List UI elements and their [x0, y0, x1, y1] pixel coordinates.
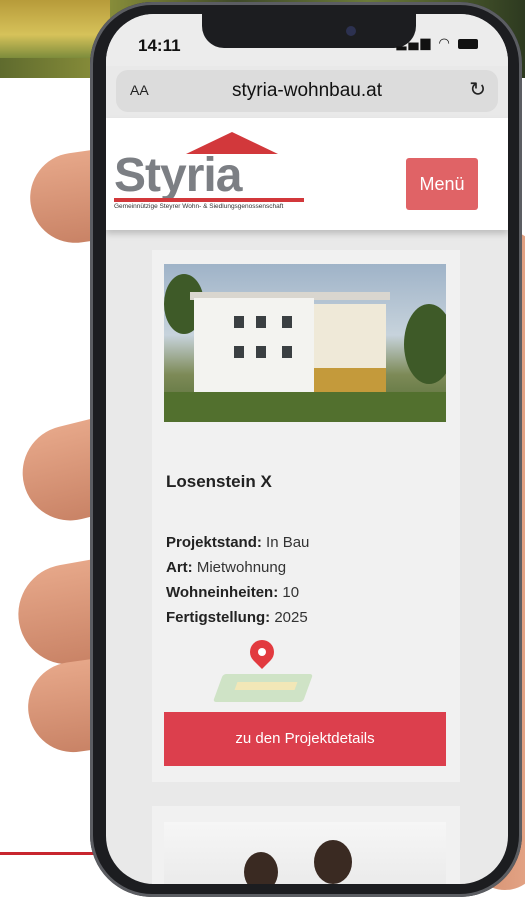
- reload-icon[interactable]: ↻: [469, 77, 486, 101]
- status-time: 14:11: [138, 36, 181, 55]
- battery-icon: [458, 38, 478, 49]
- grass: [164, 392, 446, 422]
- project-image[interactable]: [164, 264, 446, 422]
- fact-row: Projektstand: In Bau: [166, 534, 310, 551]
- building-base: [314, 368, 386, 392]
- building: [194, 298, 314, 392]
- notch: [202, 14, 416, 48]
- url-text[interactable]: styria-wohnbau.at: [116, 80, 498, 102]
- logo-tagline: Gemeinnützige Steyrer Wohn- & Siedlungsg…: [114, 203, 284, 210]
- logo-bar: [114, 198, 304, 202]
- wifi-icon: ◠: [438, 36, 452, 51]
- next-project-card: [152, 806, 460, 884]
- fact-row: Art: Mietwohnung: [166, 559, 287, 576]
- site-header: Styria Gemeinnützige Steyrer Wohn- & Sie…: [106, 118, 508, 230]
- person: [244, 852, 278, 884]
- project-title[interactable]: Losenstein X: [166, 472, 272, 492]
- status-icons: ▂▄▆ ◠: [396, 36, 478, 51]
- phone-screen: 14:11 ▂▄▆ ◠ AA styria-wohnbau.at ↻ Styri…: [106, 14, 508, 884]
- project-facts: Projektstand: In Bau Art: Mietwohnung Wo…: [166, 530, 309, 630]
- styria-logo[interactable]: Styria Gemeinnützige Steyrer Wohn- & Sie…: [114, 132, 304, 212]
- fact-row: Fertigstellung: 2025: [166, 609, 308, 626]
- front-camera: [346, 26, 356, 36]
- tree: [404, 304, 446, 384]
- menu-button[interactable]: Menü: [406, 158, 478, 210]
- person: [314, 840, 352, 884]
- map-pin-icon[interactable]: [212, 635, 314, 708]
- fact-row: Wohneinheiten: 10: [166, 584, 300, 601]
- status-bar: 14:11 ▂▄▆ ◠: [106, 14, 508, 66]
- signal-icon: ▂▄▆: [396, 36, 433, 51]
- address-bar[interactable]: AA styria-wohnbau.at ↻: [116, 70, 498, 112]
- project-card: Losenstein X Projektstand: In Bau Art: M…: [152, 250, 460, 782]
- next-project-image[interactable]: [164, 822, 446, 884]
- project-details-button[interactable]: zu den Projektdetails: [164, 712, 446, 766]
- logo-wordmark: Styria: [114, 149, 242, 202]
